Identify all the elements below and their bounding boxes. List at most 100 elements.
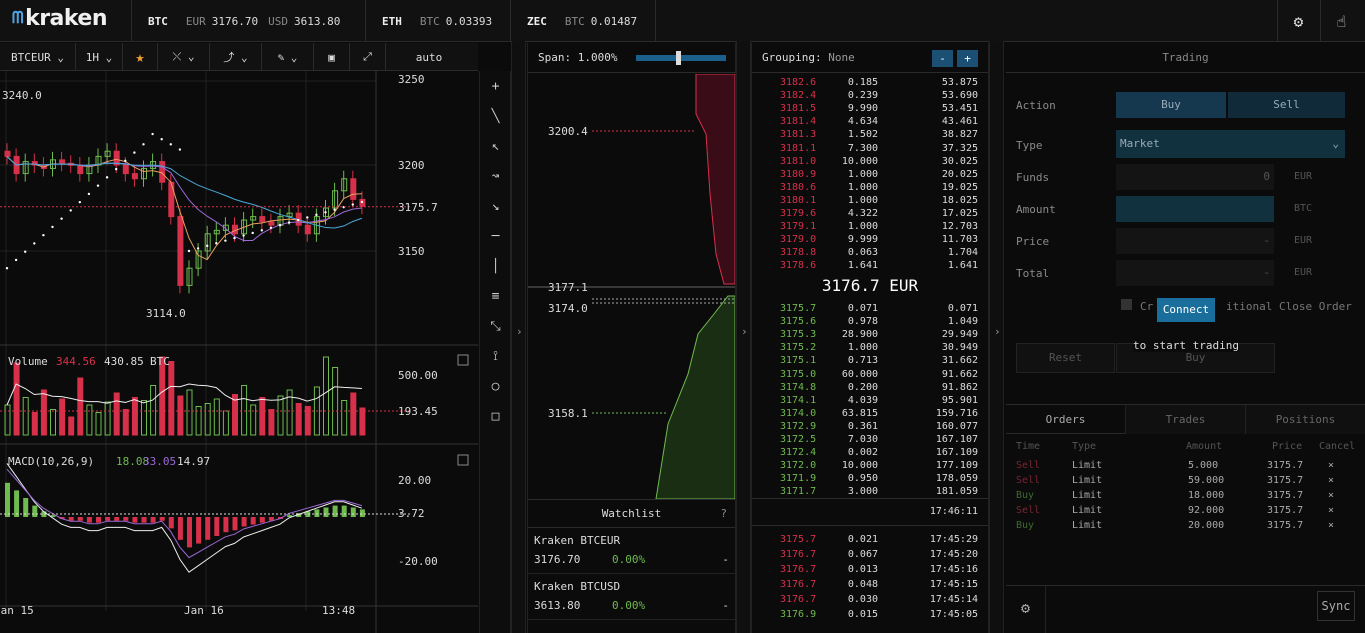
order-type-select[interactable]: Market ⌄ [1116,130,1345,158]
ask-row[interactable]: 3181.1 7.300 37.325 [752,142,988,155]
cancel-order-icon[interactable]: × [1328,520,1334,531]
chart-type-icon[interactable]: ⤴ ⌄ [210,43,262,71]
curve-icon[interactable]: ↝ [480,169,511,184]
sync-button[interactable]: Sync [1317,591,1355,621]
ask-row[interactable]: 3180.6 1.000 19.025 [752,181,988,194]
circle-icon[interactable]: ○ [480,379,511,394]
star-icon[interactable]: ★ [123,43,158,71]
grouping-minus-button[interactable]: - [932,50,953,67]
trade-row[interactable]: 3175.7 0.021 17:45:29 [752,533,988,546]
ask-row[interactable]: 3182.6 0.185 53.875 [752,76,988,89]
book-total: 181.059 [935,486,978,498]
line-icon[interactable]: ╲ [480,109,511,124]
square-icon[interactable]: □ [480,409,511,424]
bid-row[interactable]: 3174.1 4.039 95.901 [752,394,988,407]
ask-row[interactable]: 3181.4 4.634 43.461 [752,115,988,128]
tab-positions[interactable]: Positions [1245,405,1365,434]
ask-row[interactable]: 3181.3 1.502 38.827 [752,128,988,141]
volume-bar [323,356,329,436]
bid-row[interactable]: 3175.7 0.071 0.071 [752,302,988,315]
fullscreen-icon[interactable]: ⤢ [350,43,386,71]
chart-canvas[interactable]: 3250 3200 3150 3175.7 3240.0 3114.0 Volume 344.… [0,71,478,633]
bid-row[interactable]: 3175.6 0.978 1.049 [752,315,988,328]
ask-row[interactable]: 3180.1 1.000 18.025 [752,194,988,207]
sell-toggle[interactable]: Sell [1228,92,1345,118]
ask-row[interactable]: 3178.6 1.641 1.641 [752,259,988,272]
amount-input[interactable] [1116,196,1274,222]
grouping-plus-button[interactable]: + [957,50,978,67]
pitchfork-icon[interactable]: ⤡ [480,319,511,334]
watchlist-item[interactable]: Kraken BTCUSD 3613.80 0.00% - [528,574,735,620]
plus-icon[interactable]: + [480,79,511,94]
book-volume: 0.015 [847,609,878,620]
book-volume: 0.002 [847,447,878,459]
interval-select[interactable]: 1H ⌄ [76,43,123,71]
ask-row[interactable]: 3181.0 10.000 30.025 [752,155,988,168]
pair-select[interactable]: BTCEUR ⌄ [0,43,76,71]
ask-row[interactable]: 3178.8 0.063 1.704 [752,246,988,259]
ask-row[interactable]: 3179.6 4.322 17.025 [752,207,988,220]
cancel-order-icon[interactable]: × [1328,490,1334,501]
help-icon[interactable]: ? [720,500,727,528]
trade-row[interactable]: 3176.7 0.013 17:45:16 [752,563,988,576]
ask-row[interactable]: 3180.9 1.000 20.025 [752,168,988,181]
watchlist-header: Watchlist ? [528,500,735,528]
trade-row[interactable]: 3176.7 0.067 17:45:20 [752,548,988,561]
bid-row[interactable]: 3175.3 28.900 29.949 [752,328,988,341]
ask-row[interactable]: 3182.4 0.239 53.690 [752,89,988,102]
ask-row[interactable]: 3179.0 9.999 11.703 [752,233,988,246]
arrow-icon[interactable]: ↖ [480,139,511,154]
ticker-zec[interactable]: ZEC BTC 0.01487 [510,0,656,42]
fib-icon[interactable]: ≡ [480,289,511,304]
down-arrow-icon[interactable]: ↘ [480,199,511,214]
settings-gear-icon[interactable]: ⚙ [1006,586,1046,633]
ticker-eth[interactable]: ETH BTC 0.03393 [365,0,510,42]
settings-gear-icon[interactable]: ⚙ [1277,0,1319,42]
fan-icon[interactable]: ⟟ [480,349,511,364]
tab-orders[interactable]: Orders [1006,405,1125,434]
collapse-book-toggle[interactable]: › [736,41,751,633]
bid-row[interactable]: 3175.0 60.000 91.662 [752,368,988,381]
bid-row[interactable]: 3174.8 0.200 91.862 [752,381,988,394]
buy-toggle[interactable]: Buy [1116,92,1226,118]
trade-row[interactable]: 3176.7 0.030 17:45:14 [752,593,988,606]
bid-row[interactable]: 3175.1 0.713 31.662 [752,354,988,367]
collapse-depth-toggle[interactable]: › [511,41,526,633]
cancel-order-icon[interactable]: × [1328,475,1334,486]
ask-row[interactable]: 3179.1 1.000 12.703 [752,220,988,233]
tab-trades[interactable]: Trades [1125,405,1245,434]
cancel-order-icon[interactable]: × [1328,460,1334,471]
bid-row[interactable]: 3172.4 0.002 167.109 [752,446,988,459]
span-slider-handle[interactable] [676,51,681,65]
reset-button[interactable]: Reset [1016,343,1115,373]
bid-row[interactable]: 3172.9 0.361 160.077 [752,420,988,433]
trade-row[interactable]: 3176.7 0.048 17:45:15 [752,578,988,591]
bid-row[interactable]: 3175.2 1.000 30.949 [752,341,988,354]
bid-row[interactable]: 3174.0 63.815 159.716 [752,407,988,420]
trade-row[interactable]: 3176.9 0.015 17:45:05 [752,608,988,621]
collapse-trading-toggle[interactable]: › [989,41,1004,633]
kraken-logo[interactable]: ᗰkraken [12,6,108,31]
scale-auto-button[interactable]: auto [386,43,472,71]
bid-row[interactable]: 3172.0 10.000 177.109 [752,459,988,472]
sar-dot [224,239,227,242]
screenshot-icon[interactable]: ▣ [314,43,350,71]
cancel-order-icon[interactable]: × [1328,505,1334,516]
ticker-btc[interactable]: BTC EUR 3176.70 USD 3613.80 [131,0,364,42]
trades-header: 17:46:11 [752,498,988,526]
bid-row[interactable]: 3171.9 0.950 178.059 [752,472,988,485]
watchlist-item[interactable]: Kraken BTCEUR 3176.70 0.00% - [528,528,735,574]
vline-icon[interactable]: │ [480,259,511,274]
hand-icon[interactable]: ☝ [1320,0,1362,42]
connect-button[interactable]: Connect [1157,298,1215,322]
bid-row[interactable]: 3171.7 3.000 181.059 [752,485,988,498]
price-chart[interactable]: 3250 3200 3150 3175.7 3240.0 3114.0 Volume 344.… [0,71,478,633]
indicator-icon[interactable]: ⤬ ⌄ [158,43,210,71]
draw-pencil-icon[interactable]: ✎ ⌄ [262,43,314,71]
bid-row[interactable]: 3172.5 7.030 167.107 [752,433,988,446]
span-slider[interactable] [636,51,726,65]
ask-row[interactable]: 3181.5 9.990 53.451 [752,102,988,115]
hline-icon[interactable]: ─ [480,229,511,244]
close-order-checkbox[interactable] [1121,299,1132,310]
book-volume: 10.000 [841,460,878,472]
